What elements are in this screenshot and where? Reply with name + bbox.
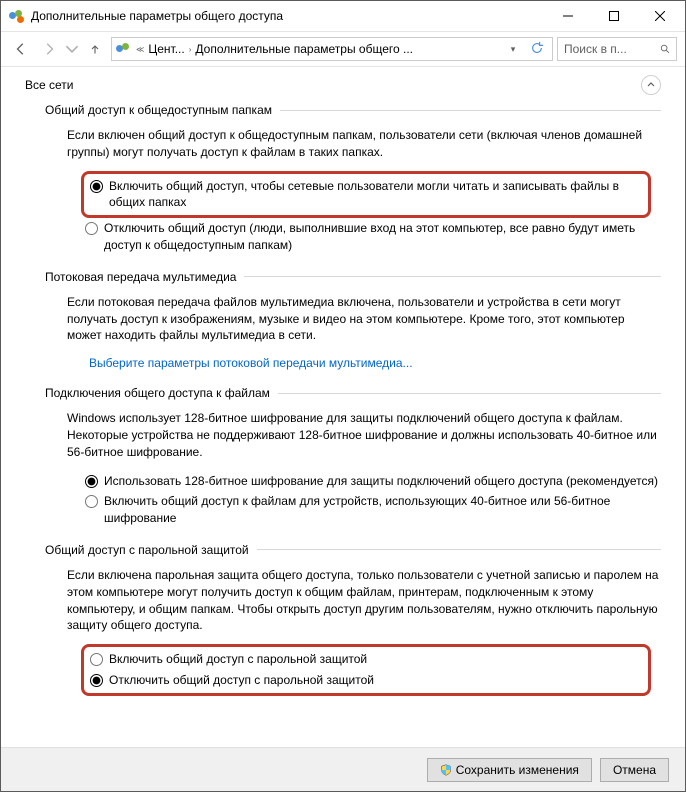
divider	[278, 393, 661, 394]
radio-128bit[interactable]	[85, 475, 98, 488]
radio-label[interactable]: Включить общий доступ с парольной защито…	[109, 651, 367, 668]
save-label: Сохранить изменения	[456, 763, 579, 777]
radio-password-disable[interactable]	[90, 674, 103, 687]
addressbar[interactable]: ≪ Цент... › Дополнительные параметры общ…	[111, 37, 553, 61]
media-settings-link[interactable]: Выберите параметры потоковой передачи му…	[89, 354, 413, 372]
window-controls	[545, 1, 683, 31]
section-description: Если включена парольная защита общего до…	[67, 567, 661, 634]
search-box[interactable]	[557, 37, 677, 61]
back-button[interactable]	[9, 37, 33, 61]
close-button[interactable]	[637, 1, 683, 31]
chevron-right-icon: ›	[189, 45, 192, 54]
minimize-button[interactable]	[545, 1, 591, 31]
radio-label[interactable]: Включить общий доступ, чтобы сетевые пол…	[109, 178, 642, 212]
section-description: Если потоковая передача файлов мультимед…	[67, 294, 661, 344]
section-title: Общий доступ с парольной защитой	[45, 543, 249, 557]
search-icon	[660, 43, 670, 55]
collapse-button[interactable]	[641, 75, 661, 95]
address-dropdown[interactable]: ▾	[504, 44, 522, 55]
highlight-password-options: Включить общий доступ с парольной защито…	[81, 644, 651, 696]
content-area: Все сети Общий доступ к общедоступным па…	[1, 67, 685, 747]
footer: Сохранить изменения Отмена	[1, 747, 685, 791]
search-input[interactable]	[564, 42, 654, 56]
radio-label[interactable]: Использовать 128-битное шифрование для з…	[104, 473, 658, 490]
radio-40-56bit[interactable]	[85, 495, 98, 508]
profile-name: Все сети	[25, 78, 74, 92]
maximize-button[interactable]	[591, 1, 637, 31]
section-title: Общий доступ к общедоступным папкам	[45, 103, 272, 117]
chevron-left-icon: ≪	[136, 45, 144, 54]
section-media-streaming: Потоковая передача мультимедиа Если пото…	[25, 270, 661, 372]
section-description: Если включен общий доступ к общедоступны…	[67, 127, 661, 161]
divider	[280, 110, 661, 111]
radio-label[interactable]: Отключить общий доступ с парольной защит…	[109, 672, 374, 689]
forward-button[interactable]	[37, 37, 61, 61]
titlebar: Дополнительные параметры общего доступа	[1, 1, 685, 31]
section-title: Подключения общего доступа к файлам	[45, 386, 270, 400]
radio-label[interactable]: Включить общий доступ к файлам для устро…	[104, 493, 661, 527]
section-password-sharing: Общий доступ с парольной защитой Если вк…	[25, 543, 661, 696]
breadcrumb-item[interactable]: Дополнительные параметры общего ...	[195, 42, 413, 56]
highlight-public-enable: Включить общий доступ, чтобы сетевые пол…	[81, 171, 651, 219]
save-button[interactable]: Сохранить изменения	[427, 758, 592, 782]
divider	[257, 549, 661, 550]
navbar: ≪ Цент... › Дополнительные параметры общ…	[1, 31, 685, 67]
cancel-label: Отмена	[613, 763, 656, 777]
profile-header: Все сети	[25, 75, 661, 95]
section-description: Windows использует 128-битное шифрование…	[67, 410, 661, 460]
radio-password-enable[interactable]	[90, 653, 103, 666]
radio-public-disable[interactable]	[85, 222, 98, 235]
divider	[244, 276, 661, 277]
breadcrumb-item[interactable]: Цент...	[148, 42, 184, 56]
shield-icon	[440, 764, 452, 776]
up-button[interactable]	[83, 37, 107, 61]
radio-public-enable[interactable]	[90, 180, 103, 193]
window-frame: Дополнительные параметры общего доступа	[0, 0, 686, 792]
refresh-button[interactable]	[526, 41, 548, 58]
section-encryption: Подключения общего доступа к файлам Wind…	[25, 386, 661, 529]
location-icon	[116, 41, 132, 57]
section-public-folders: Общий доступ к общедоступным папкам Если…	[25, 103, 661, 256]
cancel-button[interactable]: Отмена	[600, 758, 669, 782]
radio-label[interactable]: Отключить общий доступ (люди, выполнивши…	[104, 220, 661, 254]
section-title: Потоковая передача мультимедиа	[45, 270, 236, 284]
window-title: Дополнительные параметры общего доступа	[31, 9, 545, 23]
recent-dropdown[interactable]	[65, 37, 79, 61]
app-icon	[9, 8, 25, 24]
